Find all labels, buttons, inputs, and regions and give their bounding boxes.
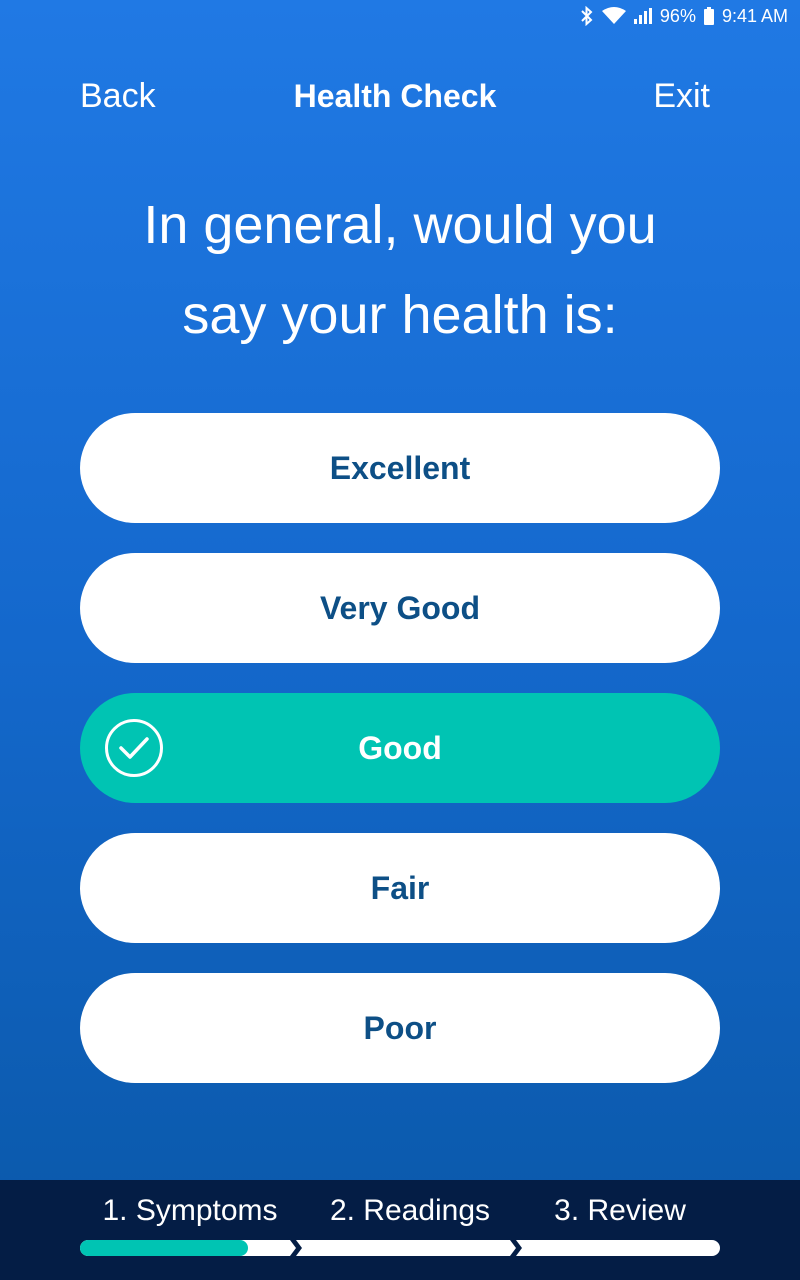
question-line-1: In general, would you <box>143 195 657 255</box>
question-line-2: say your health is: <box>182 285 618 345</box>
option-label: Fair <box>370 869 430 906</box>
step-labels: 1. Symptoms 2. Readings 3. Review <box>80 1194 720 1228</box>
option-fair[interactable]: Fair <box>80 833 720 943</box>
option-label: Good <box>358 729 442 766</box>
progress-footer: 1. Symptoms 2. Readings 3. Review <box>0 1180 800 1280</box>
page-title: Health Check <box>293 77 497 114</box>
option-excellent[interactable]: Excellent <box>80 413 720 523</box>
signal-icon <box>633 8 652 24</box>
question-text: In general, would you say your health is… <box>80 180 720 360</box>
checkmark-icon <box>105 719 163 777</box>
clock: 9:41 AM <box>721 5 788 26</box>
answer-options: Excellent Very Good Good Fair Poor <box>80 413 720 1113</box>
battery-icon <box>703 7 714 25</box>
wifi-icon <box>601 7 626 25</box>
bluetooth-icon <box>580 6 594 26</box>
step-review[interactable]: 3. Review <box>520 1194 720 1228</box>
option-poor[interactable]: Poor <box>80 973 720 1083</box>
progress-bar <box>80 1240 720 1256</box>
progress-segment-2 <box>296 1240 516 1256</box>
battery-percent: 96% <box>659 5 696 26</box>
option-very-good[interactable]: Very Good <box>80 553 720 663</box>
progress-segment-1-fill <box>80 1240 248 1256</box>
back-button[interactable]: Back <box>80 77 156 116</box>
progress-segment-3 <box>516 1240 720 1256</box>
nav-bar: Back Health Check Exit <box>80 70 710 122</box>
step-readings[interactable]: 2. Readings <box>300 1194 520 1228</box>
option-good[interactable]: Good <box>80 693 720 803</box>
option-label: Very Good <box>319 589 481 626</box>
step-symptoms[interactable]: 1. Symptoms <box>80 1194 300 1228</box>
exit-button[interactable]: Exit <box>653 77 710 116</box>
option-label: Poor <box>363 1009 437 1046</box>
status-bar: 96% 9:41 AM <box>0 0 800 32</box>
option-label: Excellent <box>329 449 471 486</box>
